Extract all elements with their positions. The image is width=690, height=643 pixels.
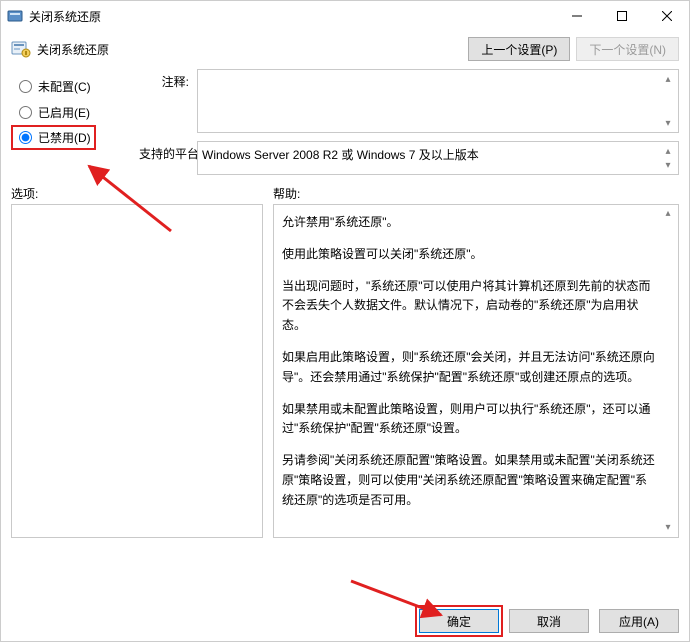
radio-not-configured-input[interactable] bbox=[19, 80, 32, 93]
close-button[interactable] bbox=[644, 1, 689, 31]
radio-disabled-highlight: 已禁用(D) bbox=[11, 125, 96, 150]
radio-disabled-label: 已禁用(D) bbox=[38, 129, 91, 146]
radio-not-configured[interactable]: 未配置(C) bbox=[11, 73, 131, 99]
scroll-down-icon[interactable]: ▾ bbox=[660, 116, 676, 130]
comment-label: 注释: bbox=[139, 69, 191, 133]
options-pane[interactable] bbox=[11, 204, 263, 538]
app-icon bbox=[7, 8, 23, 24]
state-radio-group: 未配置(C) 已启用(E) 已禁用(D) bbox=[11, 69, 131, 175]
help-paragraph: 使用此策略设置可以关闭"系统还原"。 bbox=[282, 245, 658, 265]
cancel-button[interactable]: 取消 bbox=[509, 609, 589, 633]
help-paragraph: 另请参阅"关闭系统还原配置"策略设置。如果禁用或未配置"关闭系统还原"策略设置，… bbox=[282, 451, 658, 510]
scroll-down-icon[interactable]: ▾ bbox=[660, 158, 676, 172]
radio-not-configured-label: 未配置(C) bbox=[38, 78, 91, 95]
radio-enabled-label: 已启用(E) bbox=[38, 104, 90, 121]
options-label: 选项: bbox=[11, 185, 273, 202]
help-paragraph: 当出现问题时，"系统还原"可以使用户将其计算机还原到先前的状态而不会丢失个人数据… bbox=[282, 277, 658, 336]
help-paragraph: 如果禁用或未配置此策略设置，则用户可以执行"系统还原"，还可以通过"系统保护"配… bbox=[282, 400, 658, 440]
comment-scrollbar[interactable]: ▴ ▾ bbox=[660, 72, 676, 130]
policy-title: 关闭系统还原 bbox=[37, 41, 462, 58]
help-paragraph: 如果启用此策略设置，则"系统还原"会关闭，并且无法访问"系统还原向导"。还会禁用… bbox=[282, 348, 658, 388]
help-paragraph: 允许禁用"系统还原"。 bbox=[282, 213, 658, 233]
help-pane[interactable]: 允许禁用"系统还原"。 使用此策略设置可以关闭"系统还原"。 当出现问题时，"系… bbox=[273, 204, 679, 538]
config-area: 未配置(C) 已启用(E) 已禁用(D) 注释: ▴ ▾ 支持的平台: bbox=[1, 65, 689, 175]
scroll-up-icon[interactable]: ▴ bbox=[660, 207, 676, 221]
scroll-up-icon[interactable]: ▴ bbox=[660, 72, 676, 86]
dialog-footer: 确定 取消 应用(A) bbox=[419, 609, 679, 633]
next-setting-button: 下一个设置(N) bbox=[576, 37, 679, 61]
window-controls bbox=[554, 1, 689, 31]
radio-disabled[interactable]: 已禁用(D) bbox=[19, 129, 94, 146]
scroll-up-icon[interactable]: ▴ bbox=[660, 144, 676, 158]
apply-button[interactable]: 应用(A) bbox=[599, 609, 679, 633]
policy-icon bbox=[11, 40, 31, 58]
radio-enabled-input[interactable] bbox=[19, 106, 32, 119]
radio-disabled-input[interactable] bbox=[19, 131, 32, 144]
platform-value: Windows Server 2008 R2 或 Windows 7 及以上版本 bbox=[202, 148, 479, 162]
previous-setting-button[interactable]: 上一个设置(P) bbox=[468, 37, 570, 61]
platform-label: 支持的平台: bbox=[139, 141, 191, 175]
platform-scrollbar[interactable]: ▴ ▾ bbox=[660, 144, 676, 172]
lower-labels: 选项: 帮助: bbox=[1, 175, 689, 204]
platform-textarea[interactable]: Windows Server 2008 R2 或 Windows 7 及以上版本… bbox=[197, 141, 679, 175]
titlebar: 关闭系统还原 bbox=[1, 1, 689, 31]
maximize-button[interactable] bbox=[599, 1, 644, 31]
scroll-down-icon[interactable]: ▾ bbox=[660, 521, 676, 535]
minimize-button[interactable] bbox=[554, 1, 599, 31]
help-label: 帮助: bbox=[273, 185, 679, 202]
comment-textarea[interactable]: ▴ ▾ bbox=[197, 69, 679, 133]
help-scrollbar[interactable]: ▴ ▾ bbox=[660, 207, 676, 535]
ok-button[interactable]: 确定 bbox=[419, 609, 499, 633]
lower-split: 允许禁用"系统还原"。 使用此策略设置可以关闭"系统还原"。 当出现问题时，"系… bbox=[1, 204, 689, 538]
window-title: 关闭系统还原 bbox=[29, 8, 554, 25]
subheader: 关闭系统还原 上一个设置(P) 下一个设置(N) bbox=[1, 31, 689, 65]
radio-enabled[interactable]: 已启用(E) bbox=[11, 99, 131, 125]
